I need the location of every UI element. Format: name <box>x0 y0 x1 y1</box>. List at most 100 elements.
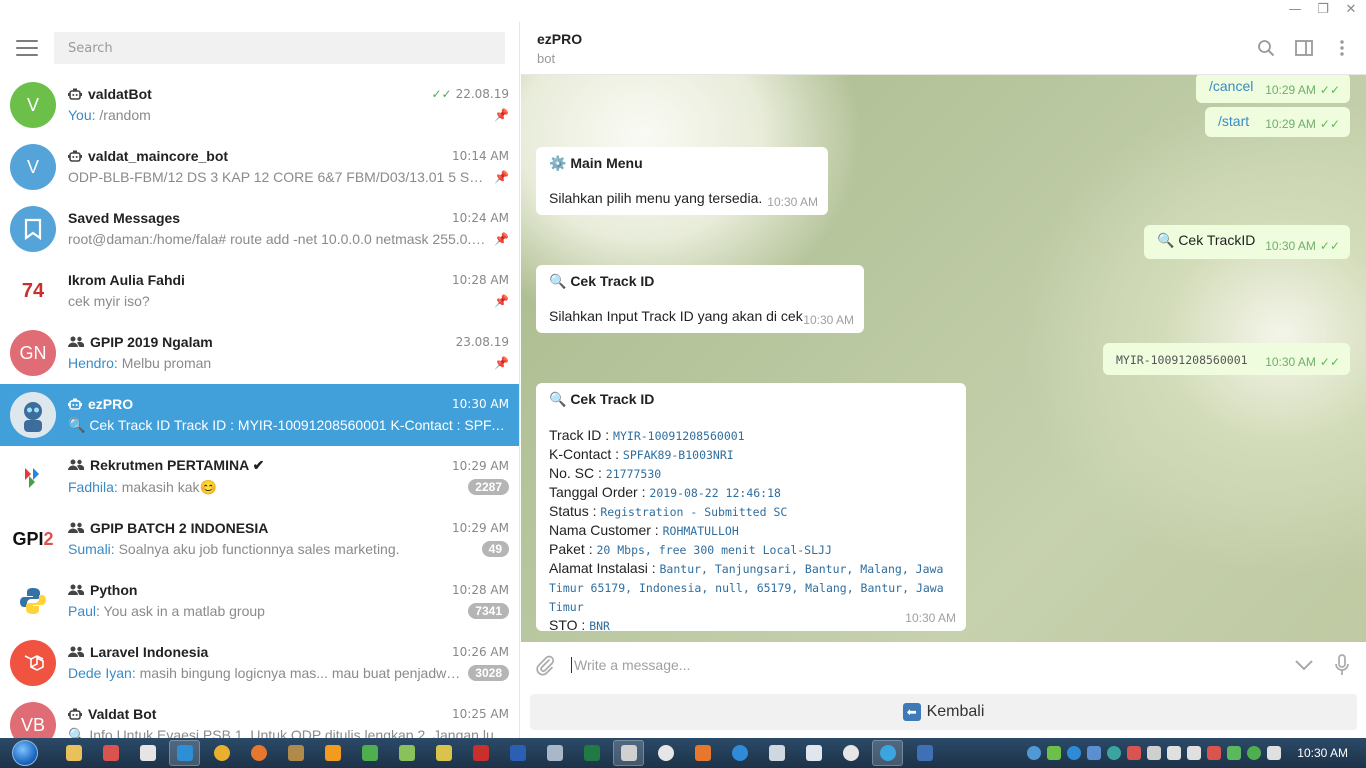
incoming-message-result[interactable]: 🔍 Cek Track ID Track ID : MYIR-100912085… <box>536 383 966 633</box>
incoming-message[interactable]: ⚙️ Main Menu Silahkan pilih menu yang te… <box>536 147 828 215</box>
word-icon[interactable] <box>502 740 533 766</box>
result-row: No. SC : 21777530 <box>549 464 953 483</box>
volume-icon[interactable] <box>1187 746 1202 760</box>
minimize-button[interactable]: — <box>1288 2 1302 17</box>
avatar[interactable] <box>10 206 56 252</box>
chat-item[interactable]: GN GPIP 2019 Ngalam 23.08.19 Hendro: Melbu … <box>0 322 519 384</box>
tray-app-icon[interactable] <box>1147 746 1162 760</box>
tray-app-icon[interactable] <box>1067 746 1082 760</box>
teamviewer-icon[interactable] <box>724 740 755 766</box>
result-value[interactable]: BNR <box>589 619 610 633</box>
avatar[interactable] <box>10 454 56 500</box>
chat-item[interactable]: Vvaldat_maincore_bot 10:14 AM ODP-BLB-FBM/… <box>0 136 519 198</box>
excel-icon[interactable] <box>576 740 607 766</box>
app-icon-window[interactable] <box>761 740 792 766</box>
chat-item[interactable]: GPI2 GPIP BATCH 2 INDONESIA 10:29 AM Sumali… <box>0 508 519 570</box>
bot-keyboard-toggle-icon[interactable] <box>1292 653 1316 677</box>
avatar[interactable]: GN <box>10 330 56 376</box>
telegram-icon[interactable] <box>872 740 903 766</box>
microphone-icon[interactable] <box>1330 653 1354 677</box>
message-area[interactable]: /cancel 10:29 AM ✓✓ /start 10:29 AM ✓✓ ⚙️ … <box>521 75 1366 642</box>
menu-icon[interactable] <box>16 40 38 56</box>
attach-icon[interactable] <box>533 653 557 677</box>
search-box[interactable] <box>54 32 505 64</box>
avatar[interactable]: V <box>10 144 56 190</box>
maximize-button[interactable]: ❐ <box>1316 2 1330 17</box>
result-value[interactable]: MYIR-10091208560001 <box>613 429 745 443</box>
chat-item[interactable]: Python 10:28 AM Paul: You ask in a matlab … <box>0 570 519 632</box>
outgoing-message[interactable]: /cancel 10:29 AM ✓✓ <box>1196 75 1350 103</box>
tray-app-icon[interactable] <box>1107 746 1122 760</box>
taskbar-clock[interactable]: 10:30 AM <box>1297 746 1348 760</box>
avatar[interactable]: GPI2 <box>10 516 56 562</box>
network-icon[interactable] <box>1267 746 1282 760</box>
tray-app-icon[interactable] <box>1027 746 1042 760</box>
close-button[interactable]: ✕ <box>1344 2 1358 17</box>
result-value[interactable]: SPFAK89-B1003NRI <box>623 448 734 462</box>
avatar[interactable]: V <box>10 82 56 128</box>
taskbar-apps <box>58 740 940 766</box>
app-icon-blue[interactable] <box>909 740 940 766</box>
incoming-message[interactable]: 🔍 Cek Track ID Silahkan Input Track ID y… <box>536 265 864 333</box>
app-icon-green[interactable] <box>354 740 385 766</box>
laravel-logo <box>24 655 44 671</box>
app-icon-monitor[interactable] <box>539 740 570 766</box>
more-options-icon[interactable] <box>1332 38 1352 58</box>
result-value[interactable]: 20 Mbps, free 300 menit Local-SLJJ <box>596 543 831 557</box>
app-icon-orange[interactable] <box>687 740 718 766</box>
app-icon-palette[interactable] <box>650 740 681 766</box>
chat-item[interactable]: VB Valdat Bot 10:25 AM 🔍 Info Untuk Evaesi … <box>0 694 519 738</box>
message-text[interactable]: /start <box>1218 113 1249 129</box>
start-button[interactable] <box>0 738 50 768</box>
chat-item[interactable]: Rekrutmen PERTAMINA ✔ 10:29 AM Fadhila: ma… <box>0 446 519 508</box>
sidebar-toggle-icon[interactable] <box>1294 38 1314 58</box>
app-icon-folder[interactable] <box>391 740 422 766</box>
notepad-icon[interactable] <box>798 740 829 766</box>
bluetooth-icon[interactable] <box>1087 746 1102 760</box>
app-icon-red[interactable] <box>95 740 126 766</box>
message-text[interactable]: /cancel <box>1209 78 1253 94</box>
chat-item[interactable]: 74 Ikrom Aulia Fahdi 10:28 AM cek myir iso?… <box>0 260 519 322</box>
result-row: Alamat Instalasi : Bantur, Tanjungsari, … <box>549 559 953 616</box>
chat-item[interactable]: Saved Messages 10:24 AM root@daman:/home/f… <box>0 198 519 260</box>
message-input[interactable] <box>571 657 1278 673</box>
chat-item[interactable]: VvaldatBot ✓✓ 22.08.19 You: /random 📌 <box>0 74 519 136</box>
result-value[interactable]: 21777530 <box>606 467 661 481</box>
chrome-icon[interactable] <box>206 740 237 766</box>
filezilla-icon[interactable] <box>465 740 496 766</box>
kembali-button[interactable]: ⬅ Kembali <box>530 694 1357 730</box>
search-input[interactable] <box>68 40 491 56</box>
outgoing-message[interactable]: MYIR-10091208560001 10:30 AM ✓✓ <box>1103 343 1350 375</box>
tray-app-icon[interactable] <box>1207 746 1222 760</box>
message-composer <box>521 642 1366 688</box>
app-icon-tool[interactable] <box>613 740 644 766</box>
outgoing-message[interactable]: /start 10:29 AM ✓✓ <box>1205 107 1350 137</box>
outgoing-message[interactable]: 🔍 Cek TrackID 10:30 AM ✓✓ <box>1144 225 1350 259</box>
firefox-icon[interactable] <box>243 740 274 766</box>
tray-app-icon[interactable] <box>1127 746 1142 760</box>
search-icon[interactable] <box>1256 38 1276 58</box>
tray-app-icon[interactable] <box>1247 746 1262 760</box>
app-icon-palette-2[interactable] <box>835 740 866 766</box>
app-icon-shield[interactable] <box>132 740 163 766</box>
result-value[interactable]: ROHMATULLOH <box>663 524 739 538</box>
avatar[interactable] <box>10 640 56 686</box>
peer-name[interactable]: ezPRO <box>537 31 1350 47</box>
avatar[interactable]: 74 <box>10 268 56 314</box>
avatar[interactable] <box>10 578 56 624</box>
tray-app-icon[interactable] <box>1167 746 1182 760</box>
chat-item[interactable]: Laravel Indonesia 10:26 AM Dede Iyan: masi… <box>0 632 519 694</box>
result-value[interactable]: 2019-08-22 12:46:18 <box>649 486 781 500</box>
result-value[interactable]: Registration - Submitted SC <box>600 505 787 519</box>
vscode-icon[interactable] <box>169 740 200 766</box>
file-explorer-icon[interactable] <box>58 740 89 766</box>
app-icon-brown[interactable] <box>280 740 311 766</box>
avatar[interactable] <box>10 392 56 438</box>
tray-app-icon[interactable] <box>1047 746 1062 760</box>
sublime-icon[interactable] <box>317 740 348 766</box>
message-time: 10:29 AM ✓✓ <box>1265 83 1340 97</box>
app-icon-yellow[interactable] <box>428 740 459 766</box>
tray-app-icon[interactable] <box>1227 746 1242 760</box>
chat-item[interactable]: ezPRO 10:30 AM 🔍 Cek Track ID Track ID : M… <box>0 384 519 446</box>
avatar[interactable]: VB <box>10 702 56 738</box>
